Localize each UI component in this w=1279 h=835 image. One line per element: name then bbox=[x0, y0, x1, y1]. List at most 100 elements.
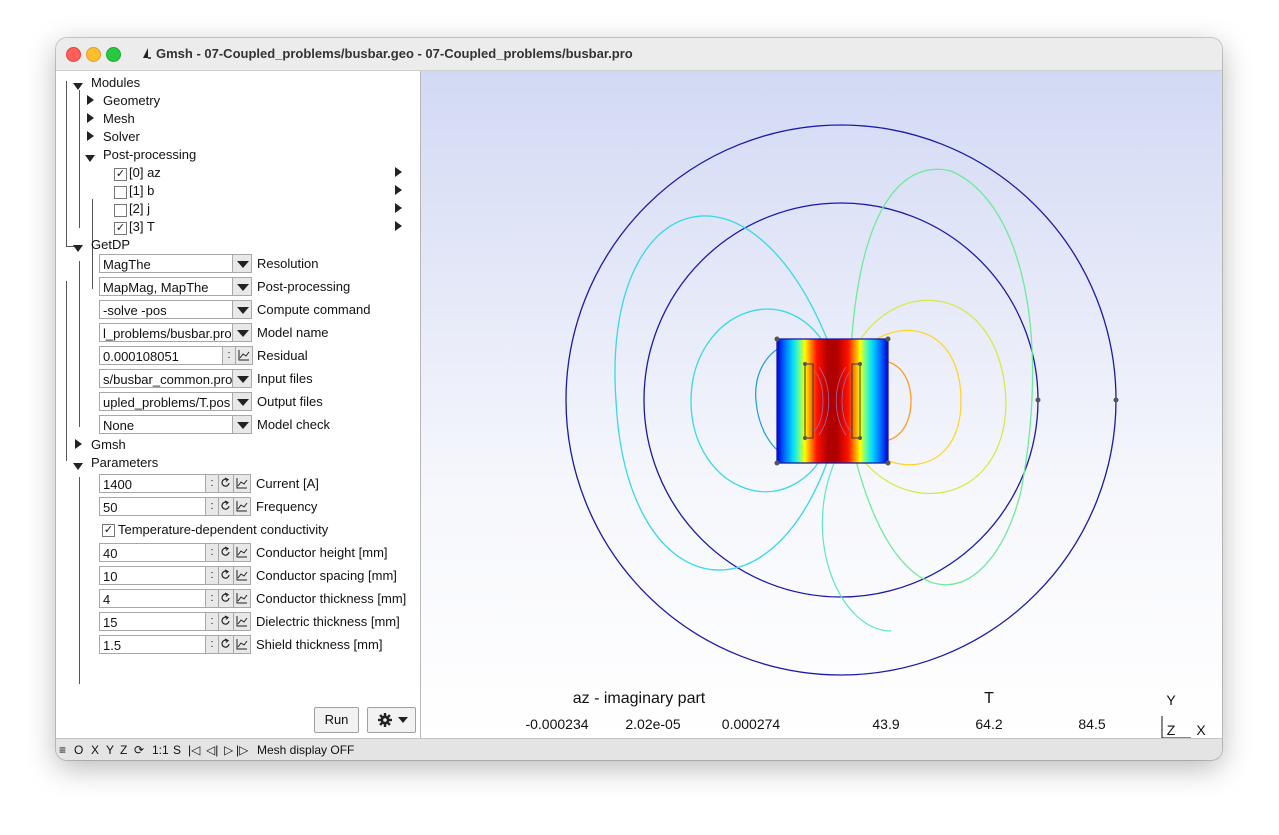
resolution-dropdown-icon[interactable] bbox=[232, 254, 252, 273]
shield-thickness-spinner-button[interactable]: : bbox=[205, 635, 219, 654]
gear-menu-button[interactable] bbox=[367, 707, 416, 733]
minimize-button[interactable] bbox=[86, 47, 101, 62]
output-files-dropdown-icon[interactable] bbox=[232, 392, 252, 411]
rotate-icon[interactable]: ⟳ bbox=[134, 739, 144, 760]
view-0-checkbox[interactable]: ✓ bbox=[114, 168, 127, 181]
tempdep-checkbox[interactable]: ✓ bbox=[102, 524, 115, 537]
residual-graph-button[interactable] bbox=[235, 346, 253, 365]
shield-thickness-graph-button[interactable] bbox=[233, 635, 251, 654]
loop-icon bbox=[221, 569, 230, 579]
run-button[interactable]: Run bbox=[314, 707, 359, 733]
frequency-graph-button[interactable] bbox=[233, 497, 251, 516]
triangle-down-icon[interactable] bbox=[73, 245, 83, 252]
dielectric-thickness-graph-button[interactable] bbox=[233, 612, 251, 631]
tree-postprocessing[interactable]: Post-processing bbox=[103, 146, 196, 164]
triangle-right-icon[interactable] bbox=[87, 113, 94, 123]
graphics-canvas[interactable]: az - imaginary part -0.000234 2.02e-05 0… bbox=[421, 71, 1222, 738]
triangle-down-icon[interactable] bbox=[85, 155, 95, 162]
frequency-spinner-button[interactable]: : bbox=[205, 497, 219, 516]
tree-parameters[interactable]: Parameters bbox=[91, 454, 158, 472]
tree-getdp[interactable]: GetDP bbox=[91, 236, 130, 254]
input-files-select[interactable]: s/busbar_common.pro bbox=[99, 369, 233, 388]
graphics-viewport[interactable]: az - imaginary part -0.000234 2.02e-05 0… bbox=[421, 71, 1222, 738]
residual-field[interactable]: 0.000108051 bbox=[99, 346, 223, 365]
dielectric-thickness-field[interactable]: 15 bbox=[99, 612, 206, 631]
az-scale-max: 0.000274 bbox=[722, 716, 781, 732]
dielectric-thickness-spinner-button[interactable]: : bbox=[205, 612, 219, 631]
zoom-button[interactable] bbox=[106, 47, 121, 62]
view-3-options-icon[interactable] bbox=[395, 221, 402, 231]
conductor-thickness-spinner-button[interactable]: : bbox=[205, 589, 219, 608]
first-step-icon[interactable]: |◁ bbox=[188, 739, 200, 760]
view-1-checkbox[interactable] bbox=[114, 186, 127, 199]
output-files-select[interactable]: upled_problems/T.pos bbox=[99, 392, 233, 411]
scale-button[interactable]: 1:1 bbox=[152, 739, 169, 760]
tempdep-label[interactable]: Temperature-dependent conductivity bbox=[118, 520, 328, 539]
model-check-select[interactable]: None bbox=[99, 415, 233, 434]
tree-gmsh[interactable]: Gmsh bbox=[91, 436, 126, 454]
residual-spinner-button[interactable]: : bbox=[222, 346, 236, 365]
frequency-loop-button[interactable] bbox=[218, 497, 234, 516]
tree-geometry[interactable]: Geometry bbox=[103, 92, 160, 110]
play-icon[interactable]: ▷ bbox=[224, 739, 233, 760]
conductor-spacing-loop-button[interactable] bbox=[218, 566, 234, 585]
axis-y-label: Y bbox=[1166, 692, 1176, 708]
origin-button[interactable]: O bbox=[74, 739, 83, 760]
view-1-options-icon[interactable] bbox=[395, 185, 402, 195]
triangle-down-icon[interactable] bbox=[73, 83, 83, 90]
model-name-label: Model name bbox=[257, 325, 329, 340]
close-button[interactable] bbox=[66, 47, 81, 62]
current-graph-button[interactable] bbox=[233, 474, 251, 493]
tree-solver[interactable]: Solver bbox=[103, 128, 140, 146]
shield-thickness-loop-button[interactable] bbox=[218, 635, 234, 654]
view-3-label[interactable]: [3] T bbox=[129, 218, 155, 236]
frequency-field[interactable]: 50 bbox=[99, 497, 206, 516]
postprocessing-dropdown-icon[interactable] bbox=[232, 277, 252, 296]
view-0-label[interactable]: [0] az bbox=[129, 164, 161, 182]
conductor-thickness-loop-button[interactable] bbox=[218, 589, 234, 608]
dielectric-thickness-loop-button[interactable] bbox=[218, 612, 234, 631]
triangle-down-icon[interactable] bbox=[73, 463, 83, 470]
conductor-height-field[interactable]: 40 bbox=[99, 543, 206, 562]
view-2-checkbox[interactable] bbox=[114, 204, 127, 217]
select-button[interactable]: S bbox=[173, 739, 181, 760]
z-view-button[interactable]: Z bbox=[120, 739, 127, 760]
conductor-thickness-field[interactable]: 4 bbox=[99, 589, 206, 608]
current-spinner-button[interactable]: : bbox=[205, 474, 219, 493]
conductor-spacing-graph-button[interactable] bbox=[233, 566, 251, 585]
model-name-select[interactable]: l_problems/busbar.pro bbox=[99, 323, 233, 342]
triangle-right-icon[interactable] bbox=[87, 95, 94, 105]
view-2-label[interactable]: [2] j bbox=[129, 200, 150, 218]
graph-icon bbox=[236, 593, 248, 604]
tree-mesh[interactable]: Mesh bbox=[103, 110, 135, 128]
model-name-dropdown-icon[interactable] bbox=[232, 323, 252, 342]
conductor-height-loop-button[interactable] bbox=[218, 543, 234, 562]
view-3-checkbox[interactable]: ✓ bbox=[114, 222, 127, 235]
temperature-field-region bbox=[776, 338, 889, 464]
postprocessing-select[interactable]: MapMag, MapThe bbox=[99, 277, 233, 296]
current-field[interactable]: 1400 bbox=[99, 474, 206, 493]
conductor-height-graph-button[interactable] bbox=[233, 543, 251, 562]
compute-command-select[interactable]: -solve -pos bbox=[99, 300, 233, 319]
x-view-button[interactable]: X bbox=[91, 739, 99, 760]
resolution-select[interactable]: MagThe bbox=[99, 254, 233, 273]
view-0-options-icon[interactable] bbox=[395, 167, 402, 177]
view-2-options-icon[interactable] bbox=[395, 203, 402, 213]
triangle-right-icon[interactable] bbox=[75, 439, 82, 449]
tree-modules[interactable]: Modules bbox=[91, 74, 140, 92]
conductor-thickness-graph-button[interactable] bbox=[233, 589, 251, 608]
current-loop-button[interactable] bbox=[218, 474, 234, 493]
conductor-height-spinner-button[interactable]: : bbox=[205, 543, 219, 562]
shield-thickness-field[interactable]: 1.5 bbox=[99, 635, 206, 654]
menu-icon[interactable]: ≡ bbox=[59, 739, 66, 760]
triangle-right-icon[interactable] bbox=[87, 131, 94, 141]
prev-step-icon[interactable]: ◁| bbox=[206, 739, 218, 760]
y-view-button[interactable]: Y bbox=[106, 739, 114, 760]
input-files-dropdown-icon[interactable] bbox=[232, 369, 252, 388]
model-check-dropdown-icon[interactable] bbox=[232, 415, 252, 434]
conductor-spacing-spinner-button[interactable]: : bbox=[205, 566, 219, 585]
view-1-label[interactable]: [1] b bbox=[129, 182, 154, 200]
conductor-spacing-field[interactable]: 10 bbox=[99, 566, 206, 585]
next-step-icon[interactable]: |▷ bbox=[236, 739, 248, 760]
compute-command-dropdown-icon[interactable] bbox=[232, 300, 252, 319]
